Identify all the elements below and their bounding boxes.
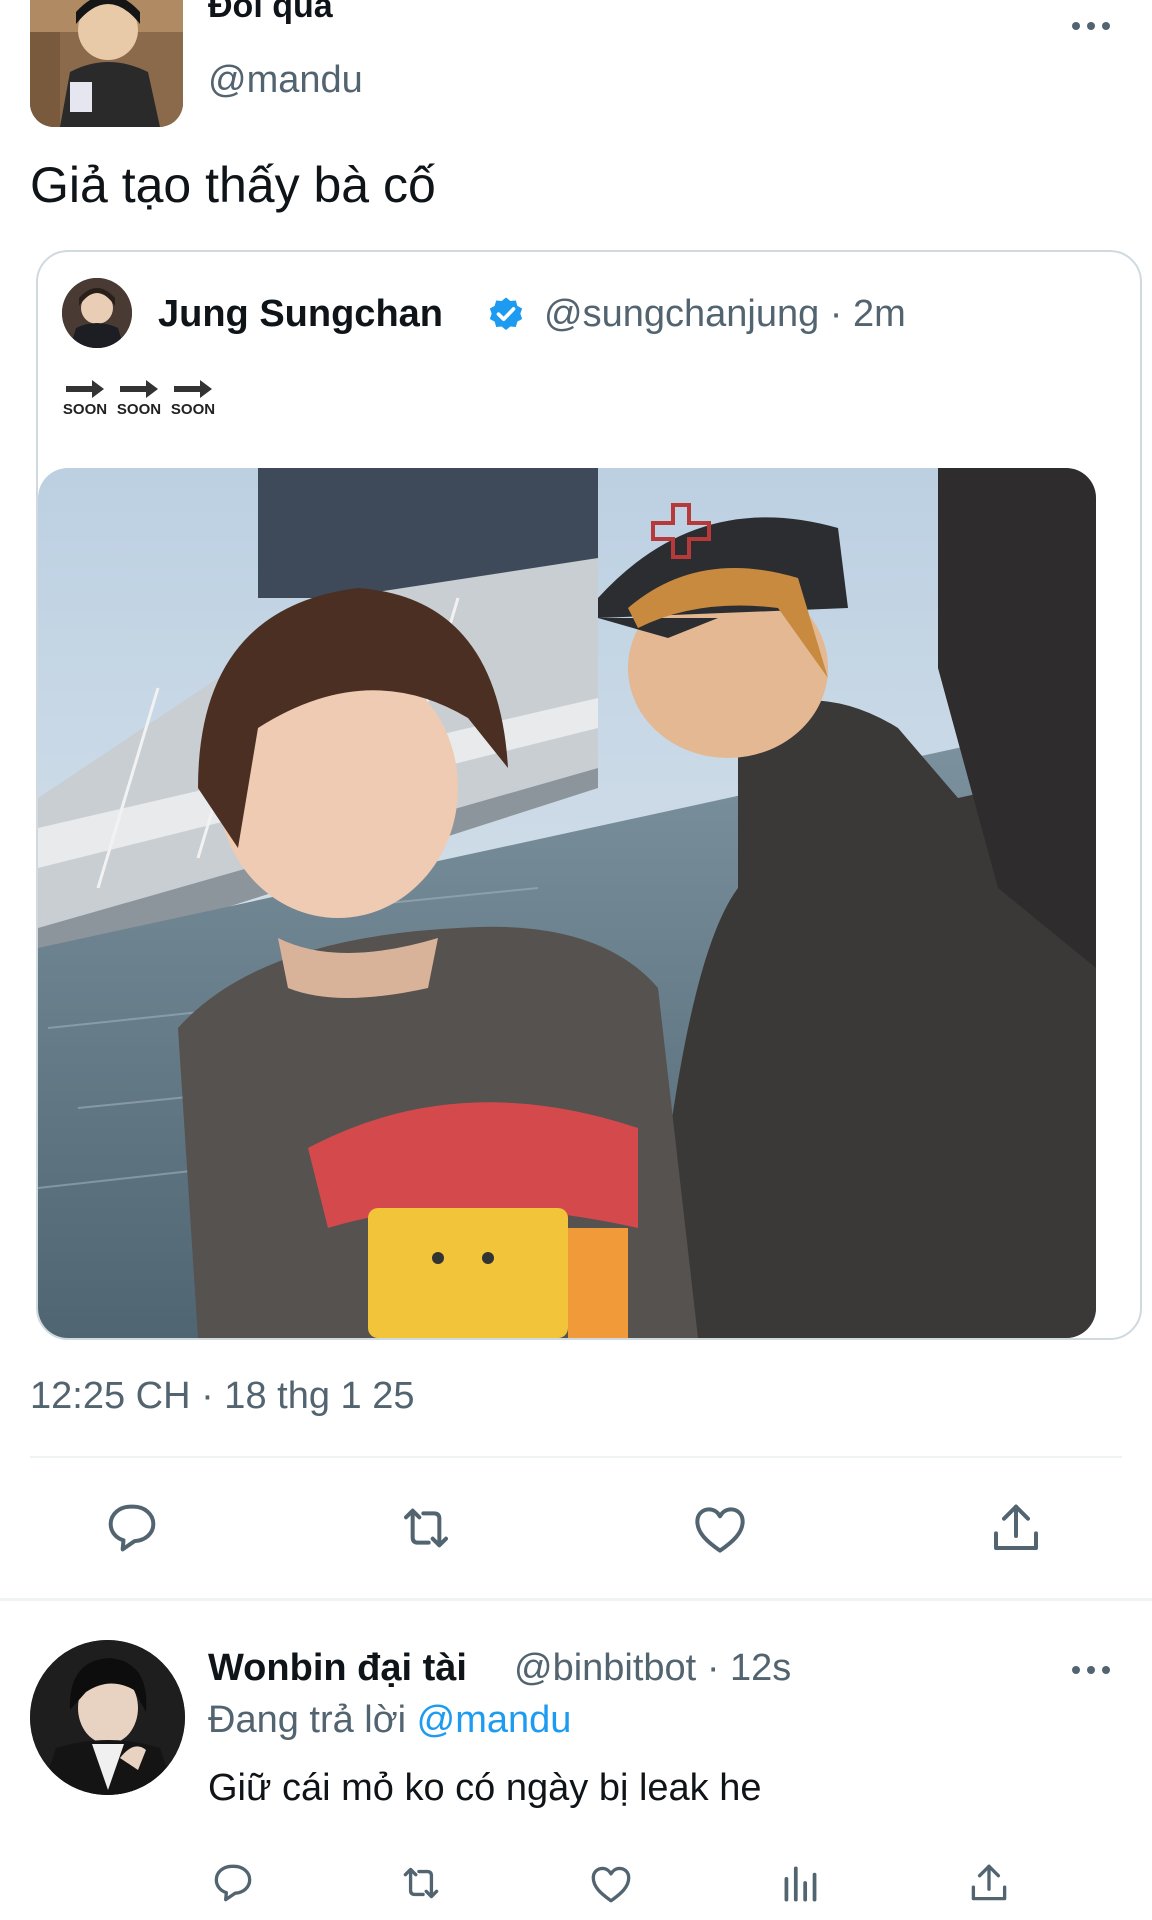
author-handle[interactable]: @mandu	[208, 58, 363, 102]
views-icon[interactable]	[776, 1858, 826, 1908]
reply-meta: @binbitbot · 12s	[514, 1647, 792, 1689]
retweet-icon[interactable]	[396, 1858, 446, 1908]
share-icon[interactable]	[964, 1858, 1014, 1908]
retweet-icon[interactable]	[394, 1496, 458, 1560]
tweet-text: Giả tạo thấy bà cố	[30, 157, 436, 213]
reply-icon[interactable]	[100, 1496, 164, 1560]
reply-more-options-icon[interactable]	[1072, 1664, 1112, 1676]
tweet-timestamp[interactable]: 12:25 CH · 18 thg 1 25	[30, 1374, 414, 1418]
section-divider	[0, 1598, 1152, 1601]
soon-arrow-icon: SOON	[170, 378, 216, 418]
reply-handle[interactable]: @binbitbot	[514, 1647, 696, 1689]
quoted-time[interactable]: 2m	[853, 293, 906, 335]
quoted-tweet-photo[interactable]	[38, 468, 1096, 1338]
quoted-author-avatar[interactable]	[62, 278, 132, 348]
author-display-name[interactable]: Đoi qua	[208, 0, 333, 26]
quoted-meta: @sungchanjung · 2m	[544, 293, 906, 335]
replying-to-line: Đang trả lời @mandu	[208, 1699, 572, 1741]
reply-text: Giữ cái mỏ ko có ngày bị leak he	[208, 1767, 762, 1809]
soon-arrow-icon: SOON	[116, 378, 162, 418]
soon-arrow-icon: SOON	[62, 378, 108, 418]
reply-display-name[interactable]: Wonbin đại tài	[208, 1646, 467, 1690]
reply-author-avatar[interactable]	[30, 1640, 185, 1795]
quoted-display-name[interactable]: Jung Sungchan	[158, 292, 443, 336]
verified-badge-icon	[486, 295, 526, 335]
replying-to-mention[interactable]: @mandu	[417, 1699, 572, 1741]
reply-time[interactable]: 12s	[730, 1647, 791, 1689]
reply-icon[interactable]	[208, 1858, 258, 1908]
share-icon[interactable]	[984, 1496, 1048, 1560]
divider	[30, 1456, 1122, 1458]
quoted-handle[interactable]: @sungchanjung	[544, 293, 819, 335]
like-icon[interactable]	[688, 1496, 752, 1560]
more-options-icon[interactable]	[1072, 20, 1112, 32]
like-icon[interactable]	[586, 1858, 636, 1908]
author-avatar[interactable]	[30, 0, 183, 127]
